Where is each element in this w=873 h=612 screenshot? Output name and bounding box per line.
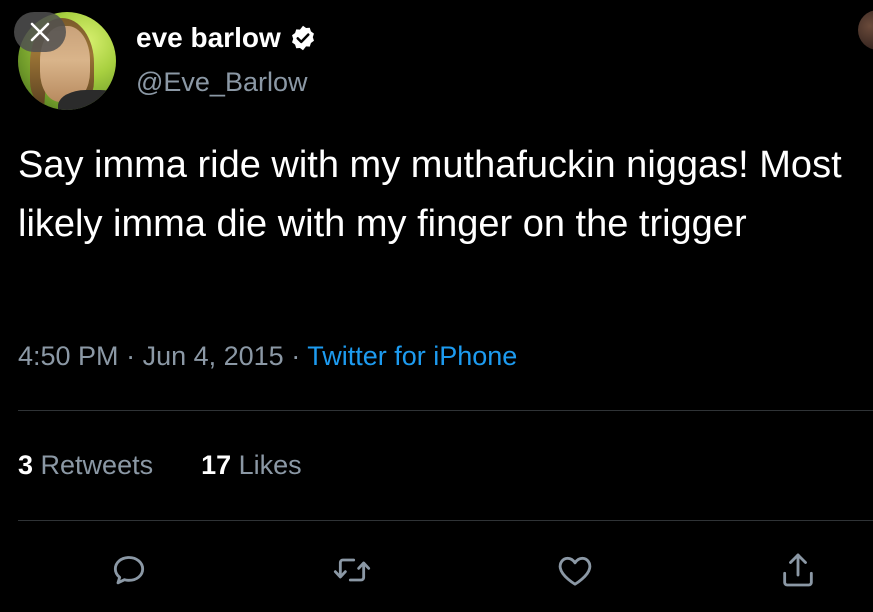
- tweet-meta: 4:50 PM · Jun 4, 2015 · Twitter for iPho…: [18, 341, 517, 372]
- retweet-icon: [333, 558, 371, 582]
- tweet-text: Say imma ride with my muthafuckin niggas…: [18, 144, 842, 245]
- close-icon: [30, 22, 50, 42]
- retweets-label: Retweets: [33, 450, 154, 480]
- meta-separator: ·: [283, 341, 308, 371]
- retweets-stat[interactable]: 3 Retweets: [18, 450, 153, 481]
- share-icon: [783, 553, 813, 587]
- likes-count: 17: [201, 450, 232, 480]
- retweets-count: 3: [18, 450, 34, 480]
- tweet-date: Jun 4, 2015: [142, 341, 284, 371]
- reply-icon: [113, 556, 145, 585]
- tweet-source-link[interactable]: Twitter for iPhone: [307, 341, 517, 371]
- reply-button[interactable]: [107, 548, 151, 592]
- heart-icon: [558, 556, 592, 586]
- verified-badge-icon: [291, 25, 314, 51]
- likes-stat[interactable]: 17 Likes: [201, 450, 302, 481]
- display-name-text: eve barlow: [136, 22, 281, 53]
- meta-separator: ·: [118, 341, 143, 371]
- divider: [18, 410, 873, 411]
- avatar-shoulder: [58, 90, 116, 110]
- display-name[interactable]: eve barlow: [136, 22, 317, 54]
- retweet-button[interactable]: [330, 548, 374, 592]
- likes-label: Likes: [231, 450, 302, 480]
- like-button[interactable]: [553, 548, 597, 592]
- tweet-stats: 3 Retweets 17 Likes: [18, 450, 350, 481]
- next-avatar[interactable]: [858, 10, 873, 50]
- tweet-time: 4:50 PM: [18, 341, 119, 371]
- username[interactable]: @Eve_Barlow: [136, 67, 307, 98]
- divider: [18, 520, 873, 521]
- share-button[interactable]: [776, 548, 820, 592]
- close-button[interactable]: [14, 12, 66, 52]
